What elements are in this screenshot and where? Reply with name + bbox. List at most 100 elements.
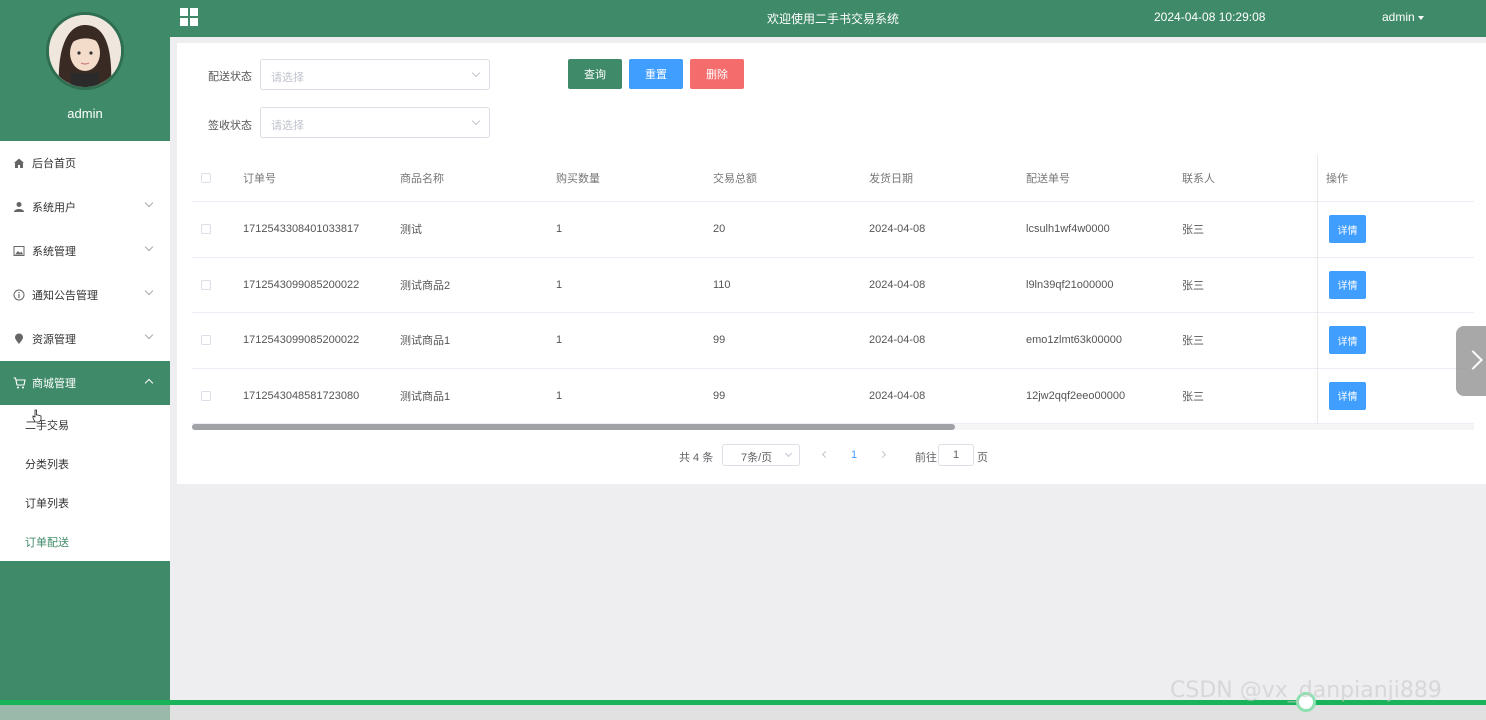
receipt-status-select[interactable]: 请选择	[260, 107, 490, 138]
sidebar-item-label: 系统管理	[32, 246, 76, 258]
submenu-item-label: 订单配送	[25, 536, 69, 549]
sidebar: admin 后台首页 系统用户 系统管理 通知公告管理 资源管理 商城管理 二手…	[0, 0, 170, 720]
sidebar-item-system-users[interactable]: 系统用户	[0, 185, 170, 229]
column-header[interactable]: 配送单号	[1026, 170, 1070, 186]
product-name: 测试	[400, 224, 422, 237]
delivery-number: lcsulh1wf4w0000	[1026, 223, 1110, 236]
profile: admin	[0, 0, 170, 141]
delivery-status-placeholder: 请选择	[271, 72, 304, 84]
column-header[interactable]: 发货日期	[869, 170, 913, 186]
chevron-down-icon	[144, 198, 154, 208]
avatar[interactable]	[46, 12, 124, 90]
page-size-select[interactable]: 7条/页	[722, 444, 800, 466]
select-all-checkbox[interactable]	[201, 173, 211, 183]
scrollbar-thumb[interactable]	[192, 424, 955, 430]
chevron-down-icon	[144, 286, 154, 296]
column-header[interactable]: 订单号	[243, 170, 276, 186]
column-header[interactable]: 联系人	[1182, 170, 1215, 186]
table-horizontal-scrollbar[interactable]	[192, 424, 1474, 430]
quantity: 1	[556, 389, 563, 402]
submenu-item-category-list[interactable]: 分类列表	[0, 444, 170, 483]
contact-name: 张三	[1182, 390, 1204, 403]
prev-page-icon[interactable]	[821, 450, 830, 459]
cart-icon	[12, 377, 26, 389]
watermark: CSDN @vx_danpianji889	[1170, 678, 1442, 703]
chevron-down-icon	[784, 449, 793, 458]
profile-username: admin	[67, 106, 103, 121]
row-checkbox[interactable]	[201, 390, 211, 401]
delivery-number: emo1zlmt63k00000	[1026, 334, 1123, 347]
table-header: 订单号 商品名称 购买数量 交易总额 发货日期 配送单号 联系人 操作	[192, 155, 1474, 202]
next-arrow-button[interactable]	[1456, 326, 1486, 396]
sidebar-item-label: 后台首页	[32, 158, 76, 170]
column-header[interactable]: 购买数量	[556, 170, 600, 186]
detail-button[interactable]: 详情	[1329, 381, 1366, 410]
sidebar-item-label: 通知公告管理	[32, 290, 98, 302]
column-header[interactable]: 商品名称	[400, 170, 444, 186]
detail-button[interactable]: 详情	[1329, 215, 1366, 244]
info-icon	[12, 289, 26, 301]
goto-page-input[interactable]: 1	[938, 444, 974, 466]
delivery-number: 12jw2qqf2eeo00000	[1026, 389, 1126, 402]
query-button[interactable]: 查询	[568, 59, 622, 89]
delete-button[interactable]: 删除	[690, 59, 744, 89]
sidebar-item-mall[interactable]: 商城管理	[0, 361, 170, 405]
contact-name: 张三	[1182, 335, 1204, 348]
ship-date: 2024-04-08	[869, 389, 926, 402]
row-checkbox[interactable]	[201, 224, 211, 235]
sidebar-item-label: 资源管理	[32, 334, 76, 346]
sidebar-item-resources[interactable]: 资源管理	[0, 317, 170, 361]
row-checkbox[interactable]	[201, 335, 211, 346]
contact-name: 张三	[1182, 279, 1204, 292]
sidebar-item-label: 系统用户	[32, 202, 76, 214]
submenu-item-order-list[interactable]: 订单列表	[0, 483, 170, 522]
submenu-item-label: 分类列表	[25, 458, 69, 471]
video-progress-track	[0, 705, 1486, 720]
order-number: 1712543099085200022	[243, 278, 360, 291]
total-amount: 20	[713, 223, 726, 236]
next-page-icon[interactable]	[878, 450, 887, 459]
detail-button[interactable]: 详情	[1329, 326, 1366, 355]
table-row: 1712543099085200022 测试商品2 1 110 2024-04-…	[192, 258, 1474, 313]
delivery-number: l9ln39qf21o00000	[1026, 278, 1114, 291]
delivery-status-select[interactable]: 请选择	[260, 59, 490, 90]
receipt-status-placeholder: 请选择	[271, 120, 304, 132]
sidebar-item-dashboard[interactable]: 后台首页	[0, 141, 170, 185]
submenu-item-secondhand-trade[interactable]: 二手交易	[0, 405, 170, 444]
current-page-number[interactable]: 1	[851, 449, 857, 461]
chevron-down-icon	[144, 242, 154, 252]
product-name: 测试商品1	[400, 335, 451, 348]
order-number: 1712543308401033817	[243, 223, 360, 236]
total-amount: 99	[713, 334, 726, 347]
table-row: 1712543048581723080 测试商品1 1 99 2024-04-0…	[192, 369, 1474, 424]
ship-date: 2024-04-08	[869, 278, 926, 291]
chevron-down-icon	[471, 68, 481, 78]
sidebar-item-system-management[interactable]: 系统管理	[0, 229, 170, 273]
image-icon	[12, 245, 26, 257]
reset-button[interactable]: 重置	[629, 59, 683, 89]
product-name: 测试商品2	[400, 279, 451, 292]
fixed-column-divider	[1317, 155, 1318, 423]
top-header: 欢迎使用二手书交易系统 2024-04-08 10:29:08 admin	[170, 0, 1486, 37]
delivery-status-label: 配送状态	[208, 71, 252, 83]
sidebar-item-announcements[interactable]: 通知公告管理	[0, 273, 170, 317]
order-number: 1712543048581723080	[243, 389, 360, 402]
sidebar-item-label: 商城管理	[32, 378, 76, 390]
column-header[interactable]: 交易总额	[713, 170, 757, 186]
location-icon	[12, 333, 26, 345]
goto-label: 前往	[915, 452, 937, 464]
header-user-dropdown[interactable]: admin	[1382, 10, 1424, 24]
detail-button[interactable]: 详情	[1329, 270, 1366, 299]
orders-table: 订单号 商品名称 购买数量 交易总额 发货日期 配送单号 联系人 操作 1712…	[192, 155, 1474, 424]
submenu-item-order-delivery[interactable]: 订单配送	[0, 522, 170, 561]
header-username: admin	[1382, 10, 1415, 24]
chevron-right-icon	[1463, 350, 1483, 370]
total-amount: 99	[713, 389, 726, 402]
quantity: 1	[556, 278, 563, 291]
row-checkbox[interactable]	[201, 279, 211, 290]
sidebar-menu: 后台首页 系统用户 系统管理 通知公告管理 资源管理 商城管理 二手交易 分类列…	[0, 141, 170, 561]
page-suffix-label: 页	[977, 452, 988, 464]
contact-name: 张三	[1182, 224, 1204, 237]
caret-down-icon	[1417, 15, 1424, 20]
page-size-value: 7条/页	[741, 452, 773, 464]
